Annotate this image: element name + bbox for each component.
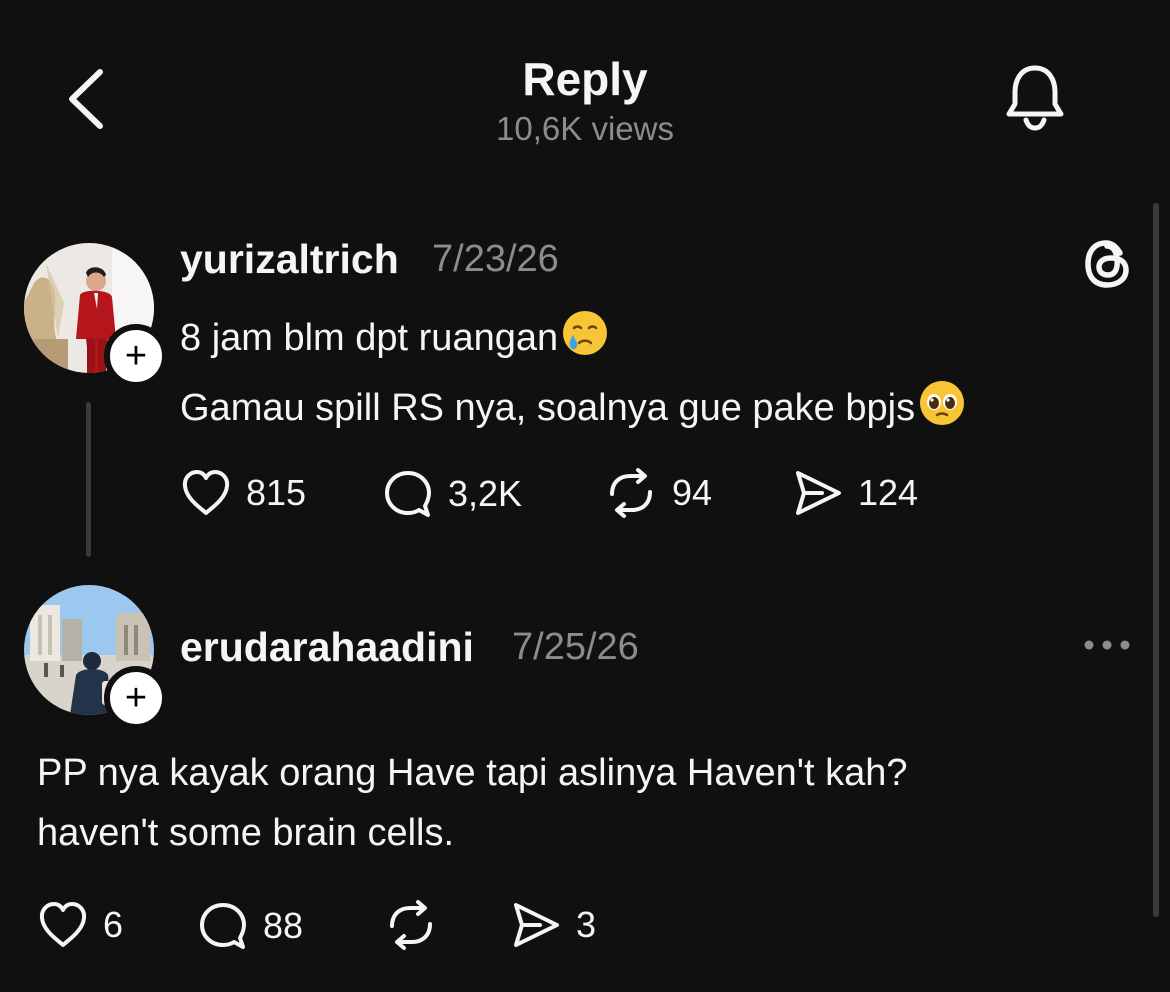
repost-count: 94 (672, 472, 713, 513)
like-button[interactable]: 6 (37, 900, 123, 950)
face-holding-back-tears-icon (563, 311, 608, 355)
thread-connector-line (86, 402, 91, 557)
scrollbar[interactable] (1153, 203, 1159, 917)
repost-button[interactable] (384, 900, 438, 950)
post-text-line: haven't some brain cells. (37, 812, 455, 854)
view-count: 10,6K views (496, 110, 674, 147)
heart-icon (182, 470, 230, 515)
username[interactable]: erudarahaadini (180, 624, 474, 671)
bell-icon (1006, 65, 1064, 131)
threads-logo-icon[interactable] (1080, 237, 1134, 291)
reply-count: 88 (263, 905, 304, 946)
follow-button[interactable]: + (104, 666, 168, 730)
send-icon (514, 903, 559, 947)
share-button[interactable]: 3 (510, 900, 596, 950)
share-count: 3 (576, 904, 597, 945)
comment-icon (200, 903, 246, 949)
like-count: 6 (103, 904, 124, 945)
post-date: 7/25/26 (512, 626, 639, 668)
repost-button[interactable]: 94 (604, 468, 712, 518)
like-count: 815 (246, 472, 307, 513)
post-text-line: 8 jam blm dpt ruangan (180, 308, 610, 360)
heart-icon (39, 902, 87, 947)
more-options-button[interactable] (1082, 630, 1132, 660)
follow-button[interactable]: + (104, 324, 168, 388)
pleading-face-icon (920, 381, 965, 425)
post-text-line: PP nya kayak orang Have tapi aslinya Hav… (37, 752, 908, 794)
like-button[interactable]: 815 (180, 468, 306, 518)
reply-button[interactable]: 3,2K (382, 468, 522, 520)
comment-icon (385, 471, 431, 517)
notifications-button[interactable] (1002, 62, 1068, 134)
post-date: 7/23/26 (432, 238, 559, 280)
username[interactable]: yurizaltrich (180, 236, 399, 283)
reply-button[interactable]: 88 (197, 900, 303, 952)
page-title: Reply (522, 53, 648, 105)
reply-count: 3,2K (448, 473, 523, 514)
repost-icon (610, 468, 652, 518)
repost-icon (390, 900, 432, 950)
send-icon (796, 471, 841, 515)
more-horizontal-icon (1084, 640, 1130, 650)
share-count: 124 (858, 472, 919, 513)
share-button[interactable]: 124 (792, 468, 918, 518)
post-text-line: Gamau spill RS nya, soalnya gue pake bpj… (180, 378, 967, 430)
